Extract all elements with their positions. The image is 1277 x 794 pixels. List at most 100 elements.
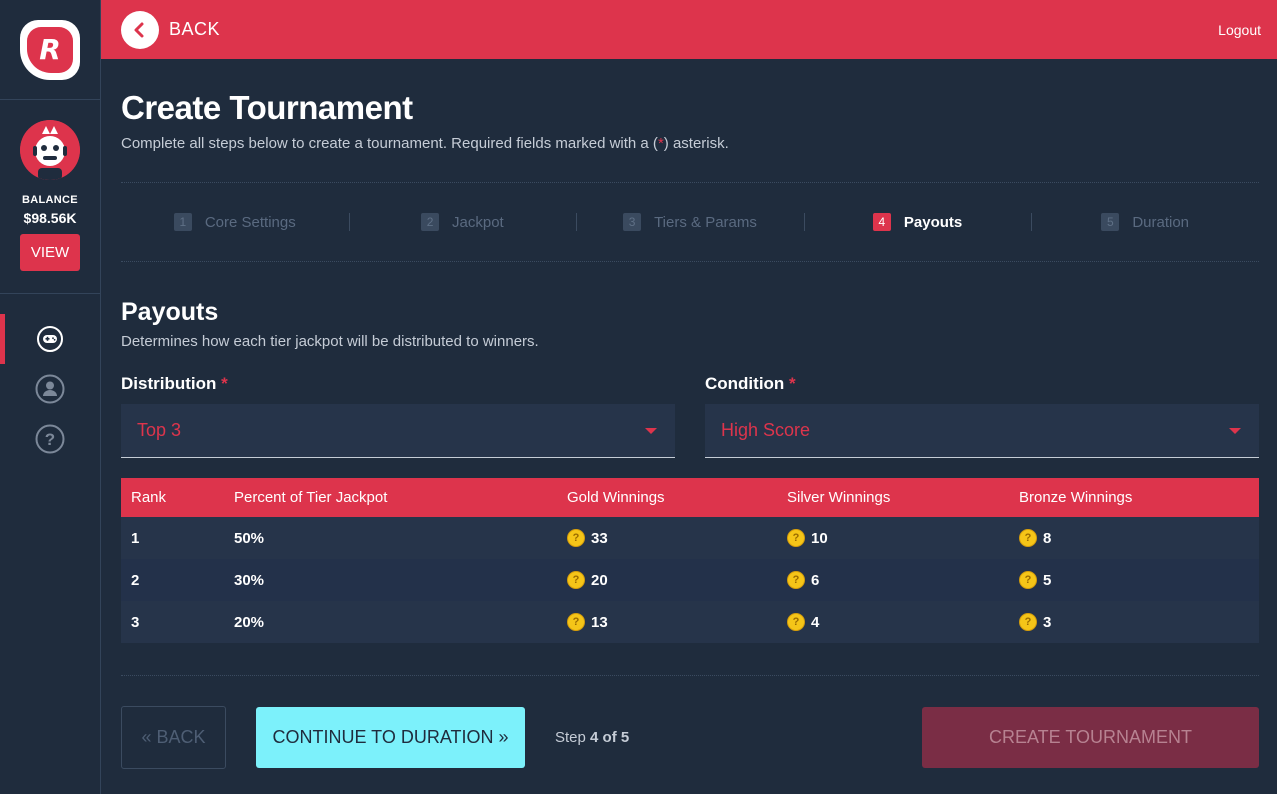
coin-icon: ? [787, 529, 805, 547]
chevron-down-icon [645, 427, 657, 434]
gold-value: 13 [591, 613, 608, 631]
condition-select[interactable]: High Score [705, 404, 1259, 458]
section-title: Payouts [121, 298, 219, 326]
step-number: 1 [173, 213, 192, 231]
coin-icon: ? [567, 571, 585, 589]
silver-cell: ? 10 [787, 529, 1019, 547]
payout-fields: Distribution * Top 3 Condition * High Sc… [121, 374, 1259, 458]
divider [121, 675, 1259, 676]
percent-cell: 50% [234, 529, 265, 547]
coin-icon: ? [787, 613, 805, 631]
page-title: Create Tournament [121, 89, 413, 126]
profile-panel: BALANCE $98.56K VIEW [0, 100, 100, 294]
back-label: BACK [169, 19, 221, 39]
silver-value: 10 [811, 529, 828, 547]
step-counter: Step 4 of 5 [555, 729, 629, 746]
bronze-value: 5 [1043, 571, 1052, 589]
brand-logo[interactable]: R [20, 19, 80, 80]
brand-logo-mark: R [27, 26, 73, 73]
percent-cell: 20% [234, 613, 265, 631]
page-subtitle-text-end: ) asterisk. [663, 135, 729, 152]
gold-value: 33 [591, 529, 608, 547]
sidebar-nav: ? [0, 314, 100, 464]
gold-cell: ? 13 [567, 613, 787, 631]
sidebar: R BALANCE $98.56K VIEW ? [0, 0, 101, 794]
page-subtitle: Complete all steps below to create a tou… [121, 135, 1259, 152]
step-payouts[interactable]: 4 Payouts [803, 213, 1032, 231]
coin-icon: ? [787, 571, 805, 589]
logout-link[interactable]: Logout [1218, 22, 1261, 38]
svg-text:?: ? [45, 430, 55, 449]
column-header-gold: Gold Winnings [567, 489, 665, 506]
create-tournament-button[interactable]: CREATE TOURNAMENT [922, 707, 1259, 768]
table-row: 3 20% ? 13 ? 4 ? 3 [121, 601, 1259, 643]
back-arrow-icon [121, 10, 159, 49]
step-counter-prefix: Step [555, 729, 591, 746]
gold-value: 20 [591, 571, 608, 589]
chevron-down-icon [1229, 427, 1241, 434]
column-header-silver: Silver Winnings [787, 489, 891, 506]
page-subtitle-text: Complete all steps below to create a tou… [121, 135, 658, 152]
action-bar: « BACK CONTINUE TO DURATION » Step 4 of … [121, 706, 1259, 769]
condition-value: High Score [721, 420, 811, 440]
bronze-value: 8 [1043, 529, 1052, 547]
bronze-cell: ? 8 [1019, 529, 1259, 547]
silver-value: 6 [811, 571, 820, 589]
continue-button[interactable]: CONTINUE TO DURATION » [256, 707, 525, 768]
silver-cell: ? 4 [787, 613, 1019, 631]
rank-cell: 1 [131, 529, 140, 547]
condition-label: Condition * [705, 374, 1259, 394]
condition-label-text: Condition [705, 374, 785, 393]
step-label: Payouts [903, 213, 963, 231]
main-content: Create Tournament Complete all steps bel… [121, 59, 1259, 769]
percent-cell: 30% [234, 571, 265, 589]
bronze-cell: ? 3 [1019, 613, 1259, 631]
coin-icon: ? [1019, 571, 1037, 589]
coin-icon: ? [567, 529, 585, 547]
table-row: 2 30% ? 20 ? 6 ? 5 [121, 559, 1259, 601]
view-balance-button[interactable]: VIEW [20, 234, 80, 271]
avatar-robot-icon [20, 120, 80, 180]
rank-cell: 2 [131, 571, 140, 589]
step-jackpot[interactable]: 2 Jackpot [348, 213, 577, 231]
table-row: 1 50% ? 33 ? 10 ? 8 [121, 517, 1259, 559]
distribution-field: Distribution * Top 3 [121, 374, 675, 458]
silver-cell: ? 6 [787, 571, 1019, 589]
step-duration[interactable]: 5 Duration [1031, 213, 1259, 231]
required-asterisk: * [789, 374, 796, 393]
step-core-settings[interactable]: 1 Core Settings [121, 213, 349, 231]
column-header-percent: Percent of Tier Jackpot [234, 489, 388, 506]
table-header: Rank Percent of Tier Jackpot Gold Winnin… [121, 478, 1259, 517]
step-tiers-params[interactable]: 3 Tiers & Params [576, 213, 804, 231]
rank-cell: 3 [131, 613, 140, 631]
gold-cell: ? 33 [567, 529, 787, 547]
balance-value: $98.56K [23, 210, 77, 226]
coin-icon: ? [1019, 529, 1037, 547]
column-header-bronze: Bronze Winnings [1019, 489, 1133, 506]
sidebar-item-profile[interactable] [0, 364, 100, 414]
distribution-value: Top 3 [137, 420, 182, 440]
required-asterisk: * [221, 374, 228, 393]
step-label: Duration [1132, 213, 1190, 231]
sidebar-item-help[interactable]: ? [0, 414, 100, 464]
gold-cell: ? 20 [567, 571, 787, 589]
back-button[interactable]: « BACK [121, 706, 226, 769]
step-number: 4 [872, 213, 891, 231]
condition-field: Condition * High Score [705, 374, 1259, 458]
distribution-select[interactable]: Top 3 [121, 404, 675, 458]
column-header-rank: Rank [131, 489, 167, 506]
step-counter-value: 4 of 5 [590, 729, 630, 746]
step-number: 2 [421, 213, 440, 231]
step-label: Jackpot [452, 213, 504, 231]
balance-label: BALANCE [22, 194, 78, 206]
gamepad-icon [37, 326, 63, 352]
coin-icon: ? [1019, 613, 1037, 631]
distribution-label-text: Distribution [121, 374, 217, 393]
sidebar-item-games[interactable] [0, 314, 100, 364]
top-bar: BACK Logout [101, 0, 1277, 59]
silver-value: 4 [811, 613, 820, 631]
distribution-label: Distribution * [121, 374, 675, 394]
step-label: Core Settings [204, 213, 296, 231]
back-link[interactable]: BACK [121, 10, 221, 49]
avatar[interactable] [20, 120, 80, 180]
